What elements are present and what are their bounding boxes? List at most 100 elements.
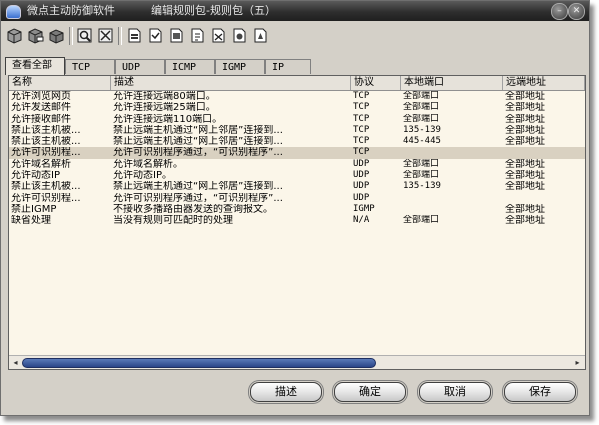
- toolbar-separator: [69, 27, 73, 45]
- cell-local-port: 全部端口: [403, 113, 440, 124]
- table-row[interactable]: 允许可识别程... 允许可识别程序通过，“可识别程序”... TCP: [9, 147, 585, 159]
- table-row[interactable]: 禁止IGMP 不接收多播路由器发送的查询报文。 IGMP 全部地址: [9, 204, 585, 215]
- rule-page-icon[interactable]: [251, 26, 270, 45]
- rule-pack-dialog: 微点主动防御软件 编辑规则包-规则包（五） – ✕ 查看全部 TCP UDP I…: [0, 0, 590, 416]
- describe-button[interactable]: 描述: [250, 382, 322, 402]
- filter-rule-icon[interactable]: [96, 26, 115, 45]
- cell-protocol: TCP: [353, 147, 370, 158]
- rule-page-icon[interactable]: [188, 26, 207, 45]
- cell-description: 禁止远端主机通过“网上邻居”连接到...: [113, 124, 283, 136]
- column-header-remote-address[interactable]: 远端地址: [503, 76, 585, 90]
- table-header: 名称 描述 协议 本地端口 远端地址: [9, 76, 585, 91]
- scrollbar-thumb[interactable]: [22, 358, 376, 368]
- tab-igmp[interactable]: IGMP: [215, 59, 265, 74]
- cell-local-port: 445-445: [403, 136, 441, 147]
- table-row[interactable]: 禁止该主机被... 禁止远端主机通过“网上邻居”连接到... TCP 445-445 全…: [9, 136, 585, 147]
- cell-description: 禁止远端主机通过“网上邻居”连接到...: [113, 181, 283, 193]
- rule-page-icon[interactable]: [167, 26, 186, 45]
- table-row[interactable]: 允许浏览网页 允许连接远端80端口。 TCP 全部端口 全部地址: [9, 91, 585, 102]
- cell-protocol: IGMP: [353, 203, 375, 214]
- cell-remote-address: 全部地址: [505, 203, 545, 215]
- cell-description: 允许连接远端110端口。: [113, 113, 223, 125]
- rule-page-icon[interactable]: [209, 26, 228, 45]
- cell-protocol: TCP: [353, 136, 370, 147]
- cell-local-port: 全部端口: [403, 170, 440, 181]
- cell-remote-address: 全部地址: [505, 158, 545, 170]
- rule-page-icon[interactable]: [146, 26, 165, 45]
- table-row[interactable]: 缺省处理 当没有规则可匹配时的处理 N/A 全部端口 全部地址: [9, 215, 585, 226]
- title-bar[interactable]: 微点主动防御软件 编辑规则包-规则包（五） – ✕: [1, 1, 589, 21]
- cell-local-port: 全部端口: [403, 158, 440, 169]
- tab-ip[interactable]: IP: [265, 59, 311, 74]
- tab-tcp[interactable]: TCP: [65, 59, 115, 74]
- table-row[interactable]: 禁止该主机被... 禁止远端主机通过“网上邻居”连接到... UDP 135-139 全…: [9, 181, 585, 192]
- cell-name: 禁止该主机被...: [11, 124, 81, 136]
- horizontal-scrollbar[interactable]: ◂ ▸: [9, 355, 585, 369]
- cancel-button[interactable]: 取消: [419, 382, 491, 402]
- cell-name: 允许域名解析: [11, 158, 71, 170]
- table-row[interactable]: 允许发送邮件 允许连接远端25端口。 TCP 全部端口 全部地址: [9, 102, 585, 113]
- cell-description: 不接收多播路由器发送的查询报文。: [113, 203, 273, 215]
- cell-remote-address: 全部地址: [505, 181, 545, 193]
- rule-list[interactable]: 名称 描述 协议 本地端口 远端地址 允许浏览网页 允许连接远端80端口。 TCP 全…: [8, 75, 586, 370]
- dialog-title: 编辑规则包-规则包（五）: [151, 4, 276, 17]
- cell-name: 禁止该主机被...: [11, 181, 81, 193]
- cell-protocol: UDP: [353, 181, 370, 192]
- delete-rule-pack-icon[interactable]: [47, 26, 66, 45]
- column-header-local-port[interactable]: 本地端口: [401, 76, 503, 90]
- cell-protocol: UDP: [353, 192, 370, 203]
- edit-rule-pack-icon[interactable]: [26, 26, 45, 45]
- cell-remote-address: 全部地址: [505, 113, 545, 125]
- table-row[interactable]: 允许接收邮件 允许连接远端110端口。 TCP 全部端口 全部地址: [9, 114, 585, 125]
- add-rule-pack-icon[interactable]: [5, 26, 24, 45]
- cell-remote-address: 全部地址: [505, 91, 545, 102]
- tab-udp[interactable]: UDP: [115, 59, 165, 74]
- cell-name: 禁止该主机被...: [11, 136, 81, 148]
- cell-local-port: 全部端口: [403, 102, 440, 113]
- cell-description: 允许动态IP。: [113, 170, 172, 182]
- table-row[interactable]: 允许可识别程... 允许可识别程序通过，“可识别程序”... UDP: [9, 193, 585, 204]
- cell-local-port: 全部端口: [403, 215, 440, 226]
- cell-description: 允许域名解析。: [113, 158, 183, 170]
- cell-remote-address: 全部地址: [505, 102, 545, 114]
- cell-name: 允许可识别程...: [11, 192, 81, 204]
- scroll-left-icon[interactable]: ◂: [10, 357, 21, 368]
- cell-protocol: UDP: [353, 158, 370, 169]
- cell-protocol: TCP: [353, 91, 370, 101]
- cell-protocol: TCP: [353, 124, 370, 135]
- cell-name: 禁止IGMP: [11, 203, 57, 215]
- cell-name: 允许可识别程...: [11, 147, 81, 159]
- table-row[interactable]: 允许域名解析 允许域名解析。 UDP 全部端口 全部地址: [9, 159, 585, 170]
- minimize-button[interactable]: –: [551, 3, 568, 20]
- rule-page-icon[interactable]: [125, 26, 144, 45]
- toolbar-separator: [118, 27, 122, 45]
- search-rule-icon[interactable]: [75, 26, 94, 45]
- column-header-name[interactable]: 名称: [9, 76, 111, 90]
- cell-name: 允许发送邮件: [11, 102, 71, 114]
- table-body: 允许浏览网页 允许连接远端80端口。 TCP 全部端口 全部地址 允许发送邮件 允许连接远端…: [9, 91, 585, 227]
- app-shield-icon: [6, 5, 21, 19]
- cell-name: 缺省处理: [11, 215, 51, 227]
- ok-button[interactable]: 确定: [334, 382, 406, 402]
- cell-name: 允许动态IP: [11, 170, 60, 182]
- cell-name: 允许接收邮件: [11, 113, 71, 125]
- save-button[interactable]: 保存: [504, 382, 576, 402]
- cell-description: 允许连接远端25端口。: [113, 102, 216, 114]
- scroll-right-icon[interactable]: ▸: [572, 357, 583, 368]
- tab-view-all[interactable]: 查看全部: [5, 57, 65, 75]
- cell-remote-address: 全部地址: [505, 170, 545, 182]
- cell-protocol: TCP: [353, 113, 370, 124]
- rule-page-icon[interactable]: [230, 26, 249, 45]
- tab-icmp[interactable]: ICMP: [165, 59, 215, 74]
- cell-local-port: 135-139: [403, 181, 441, 192]
- column-header-description[interactable]: 描述: [111, 76, 351, 90]
- cell-protocol: UDP: [353, 170, 370, 181]
- app-title: 微点主动防御软件: [27, 4, 115, 17]
- column-header-protocol[interactable]: 协议: [351, 76, 401, 90]
- cell-remote-address: 全部地址: [505, 136, 545, 148]
- table-row[interactable]: 允许动态IP 允许动态IP。 UDP 全部端口 全部地址: [9, 170, 585, 181]
- cell-description: 禁止远端主机通过“网上邻居”连接到...: [113, 136, 283, 148]
- close-button[interactable]: ✕: [568, 3, 585, 20]
- cell-local-port: 全部端口: [403, 91, 440, 101]
- table-row[interactable]: 禁止该主机被... 禁止远端主机通过“网上邻居”连接到... TCP 135-139 全…: [9, 125, 585, 136]
